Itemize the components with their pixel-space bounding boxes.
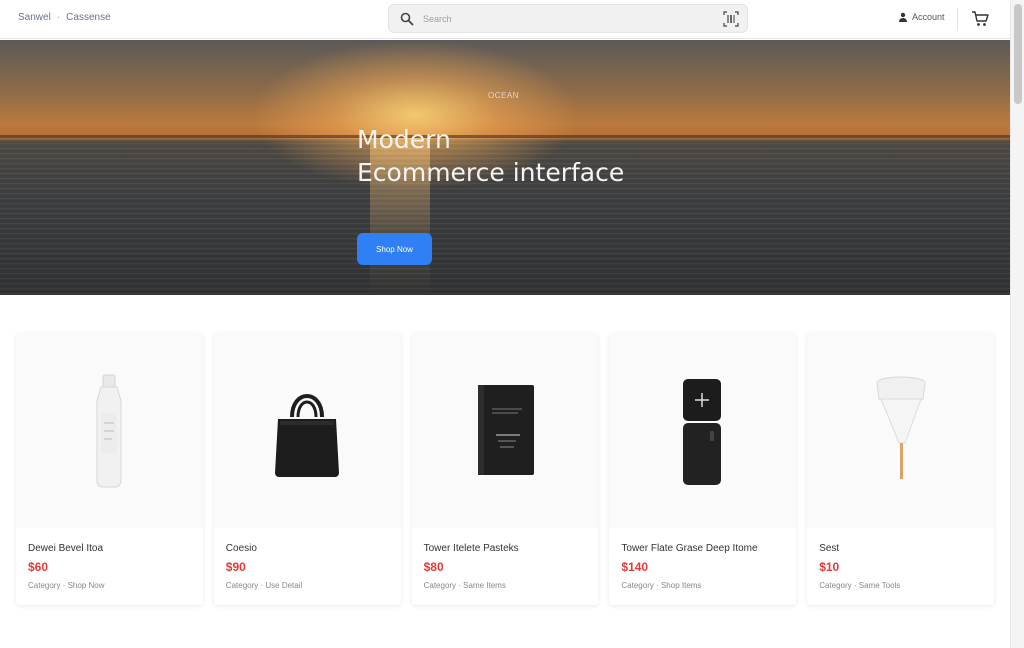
account-label: Account [912, 12, 945, 22]
product-price: $80 [423, 560, 444, 574]
product-card[interactable]: Tower Flate Grase Deep Itome $140 Catego… [609, 333, 797, 605]
product-meta: Category · Same Tools [819, 581, 901, 590]
product-name[interactable]: Dewei Bevel Itoa [28, 543, 103, 554]
product-card[interactable]: Coesio $90 Category · Use Detail [213, 333, 401, 605]
product-name[interactable]: Tower Itelete Pasteks [424, 543, 519, 554]
barcode-scan-icon[interactable] [723, 11, 739, 27]
search-bar[interactable] [388, 4, 748, 33]
header-divider [957, 8, 958, 30]
product-meta: Category · Use Detail [225, 581, 303, 590]
product-meta: Category · Shop Items [621, 581, 702, 590]
bag-image [274, 394, 339, 477]
lamp-image [876, 376, 926, 479]
product-image[interactable] [411, 333, 599, 528]
product-price: $140 [621, 560, 649, 574]
page-scrollbar[interactable] [1010, 0, 1024, 648]
bottle-image [96, 374, 122, 488]
hero-title-line2: Ecommerce interface [357, 158, 625, 187]
user-icon [899, 12, 907, 22]
brand-separator: · [56, 12, 61, 23]
product-image[interactable] [16, 333, 203, 528]
cart-icon[interactable] [971, 10, 989, 28]
product-meta: Category · Shop Now [28, 581, 105, 590]
hero-banner: OCEAN Modern Ecommerce interface Shop No… [0, 40, 1010, 295]
product-card[interactable]: Tower Itelete Pasteks $80 Category · Sam… [411, 333, 599, 605]
product-card[interactable]: Sest $10 Category · Same Tools [807, 333, 994, 605]
search-input[interactable] [423, 10, 703, 28]
product-image[interactable] [213, 333, 401, 528]
brand-primary: Sanwel [18, 12, 51, 23]
hero-title: Modern Ecommerce interface [357, 123, 677, 189]
product-name[interactable]: Tower Flate Grase Deep Itome [621, 543, 757, 554]
book-image [477, 385, 534, 475]
product-name[interactable]: Coesio [226, 543, 257, 554]
product-grid: Dewei Bevel Itoa $60 Category · Shop Now… [16, 333, 994, 605]
hero-eyebrow: OCEAN [488, 91, 519, 100]
product-image[interactable] [807, 333, 994, 528]
product-price: $10 [819, 560, 840, 574]
product-image[interactable] [609, 333, 797, 528]
top-navbar: Sanwel · Cassense Account [0, 0, 1010, 39]
search-icon[interactable] [400, 12, 414, 26]
product-price: $90 [225, 560, 246, 574]
account-link[interactable]: Account [898, 12, 945, 22]
product-card[interactable]: Dewei Bevel Itoa $60 Category · Shop Now [16, 333, 203, 605]
shop-now-button[interactable]: Shop Now [357, 233, 432, 265]
product-meta: Category · Same Items [423, 581, 506, 590]
product-price: $60 [28, 560, 49, 574]
device-image [683, 379, 722, 485]
hero-title-line1: Modern [357, 125, 451, 154]
brand-secondary: Cassense [66, 12, 111, 23]
scrollbar-thumb[interactable] [1014, 4, 1022, 104]
brand-logo[interactable]: Sanwel · Cassense [18, 12, 111, 23]
product-name[interactable]: Sest [819, 543, 839, 554]
